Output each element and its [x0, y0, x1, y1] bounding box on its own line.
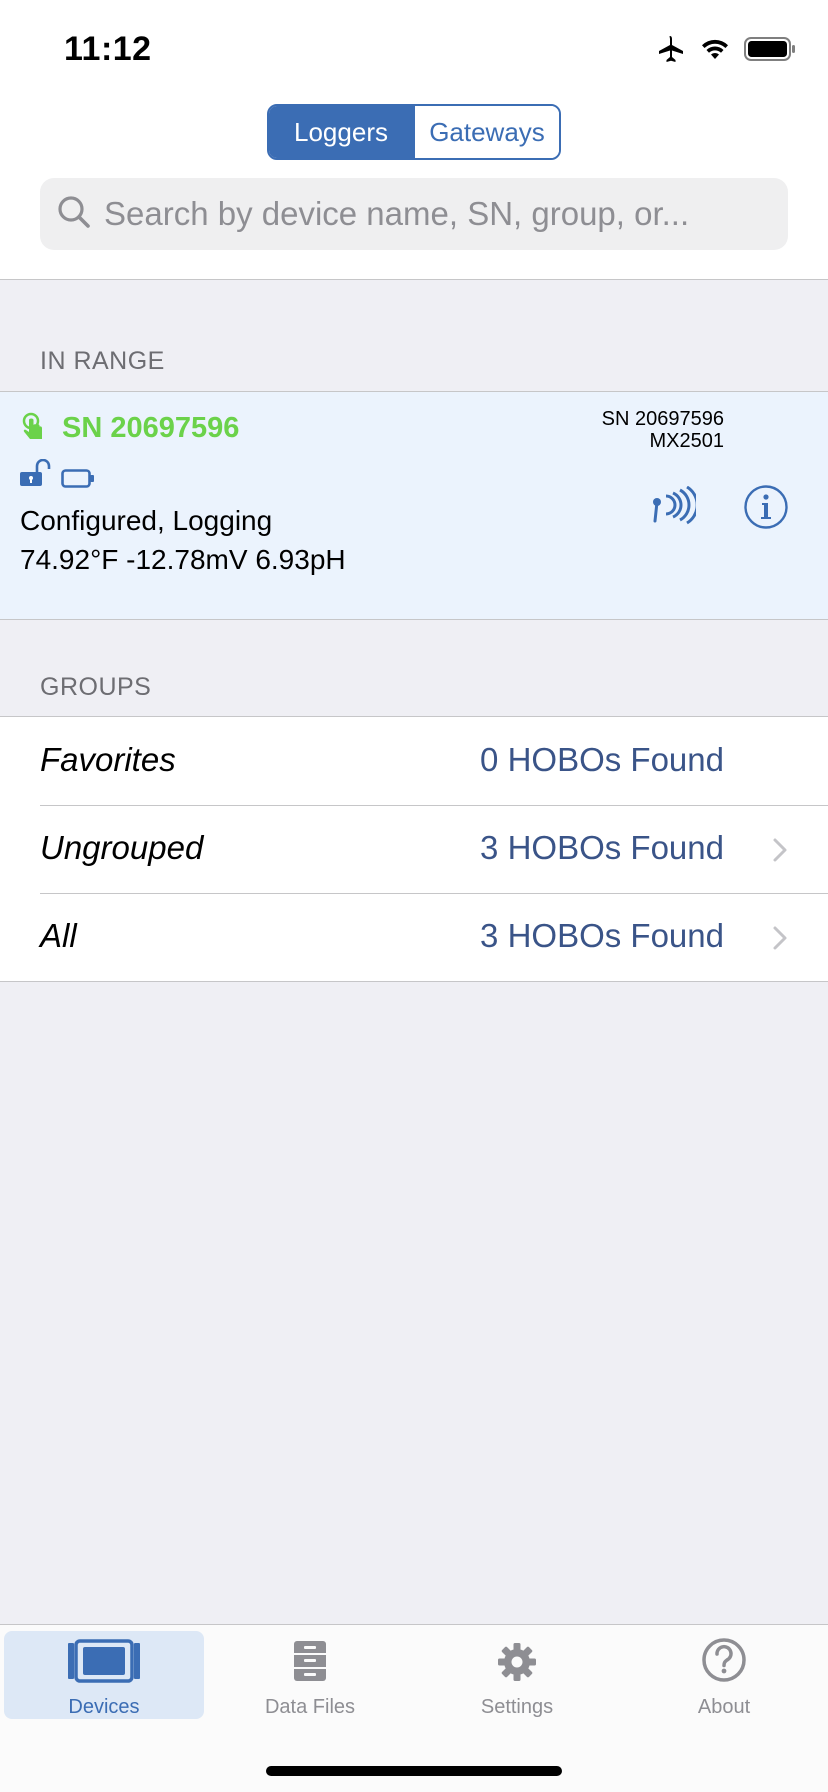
- wireless-signal-icon[interactable]: [650, 485, 699, 531]
- group-count: 3 HOBOs Found: [480, 917, 724, 954]
- gear-icon: [496, 1641, 538, 1688]
- file-cabinet-icon: [292, 1639, 328, 1688]
- info-icon[interactable]: [743, 484, 789, 535]
- tab-settings-label: Settings: [480, 1696, 554, 1718]
- group-name: All: [40, 917, 77, 954]
- groups-list: Favorites 0 HOBOs Found Ungrouped 3 HOBO…: [0, 716, 828, 982]
- in-range-section-label: IN RANGE: [40, 347, 165, 375]
- device-serial-number: SN 20697596: [601, 408, 724, 430]
- group-row-favorites[interactable]: Favorites 0 HOBOs Found: [0, 717, 828, 805]
- tab-about[interactable]: About: [624, 1631, 824, 1719]
- loggers-segment[interactable]: Loggers: [269, 106, 413, 158]
- group-row-all[interactable]: All 3 HOBOs Found: [0, 893, 828, 981]
- tab-settings[interactable]: Settings: [417, 1631, 617, 1719]
- search-bar[interactable]: Search by device name, SN, group, or...: [40, 178, 788, 250]
- group-name: Ungrouped: [40, 829, 204, 866]
- home-indicator: [266, 1766, 562, 1776]
- device-model: MX2501: [649, 430, 725, 452]
- tab-data-files-label: Data Files: [264, 1696, 356, 1718]
- group-row-ungrouped[interactable]: Ungrouped 3 HOBOs Found: [0, 805, 828, 893]
- unlocked-icon: [19, 458, 53, 492]
- airplane-icon: [656, 34, 686, 69]
- header: 11:12 Loggers Gateways Search by device …: [0, 0, 828, 280]
- tab-data-files[interactable]: Data Files: [210, 1631, 410, 1719]
- search-icon: [54, 192, 94, 237]
- device-status: Configured, Logging: [20, 505, 273, 536]
- tab-devices-label: Devices: [68, 1696, 140, 1718]
- group-count: 3 HOBOs Found: [480, 829, 724, 866]
- tab-devices[interactable]: Devices: [4, 1631, 204, 1719]
- wifi-icon: [700, 37, 730, 66]
- battery-level-icon: [61, 469, 95, 494]
- group-count: 0 HOBOs Found: [480, 741, 724, 778]
- device-serial-block: SN 20697596 MX2501: [602, 408, 724, 452]
- chevron-right-icon: [772, 837, 788, 868]
- devices-icon: [66, 1639, 142, 1688]
- device-type-segmented-control: Loggers Gateways: [267, 104, 561, 160]
- touch-icon: [20, 412, 48, 449]
- question-mark-icon: [701, 1637, 747, 1688]
- tab-about-label: About: [697, 1696, 751, 1718]
- status-icons: [656, 34, 796, 69]
- groups-section-label: GROUPS: [40, 673, 152, 701]
- gateways-segment[interactable]: Gateways: [413, 106, 559, 158]
- device-readings: 74.92°F -12.78mV 6.93pH: [20, 544, 346, 575]
- chevron-right-icon: [772, 925, 788, 956]
- device-name: SN 20697596: [62, 412, 240, 444]
- search-input[interactable]: Search by device name, SN, group, or...: [104, 195, 689, 233]
- group-name: Favorites: [40, 741, 176, 778]
- battery-icon: [744, 36, 796, 67]
- device-row[interactable]: SN 20697596 SN 20697596 MX2501 Configure…: [0, 391, 828, 620]
- status-time: 11:12: [64, 30, 152, 68]
